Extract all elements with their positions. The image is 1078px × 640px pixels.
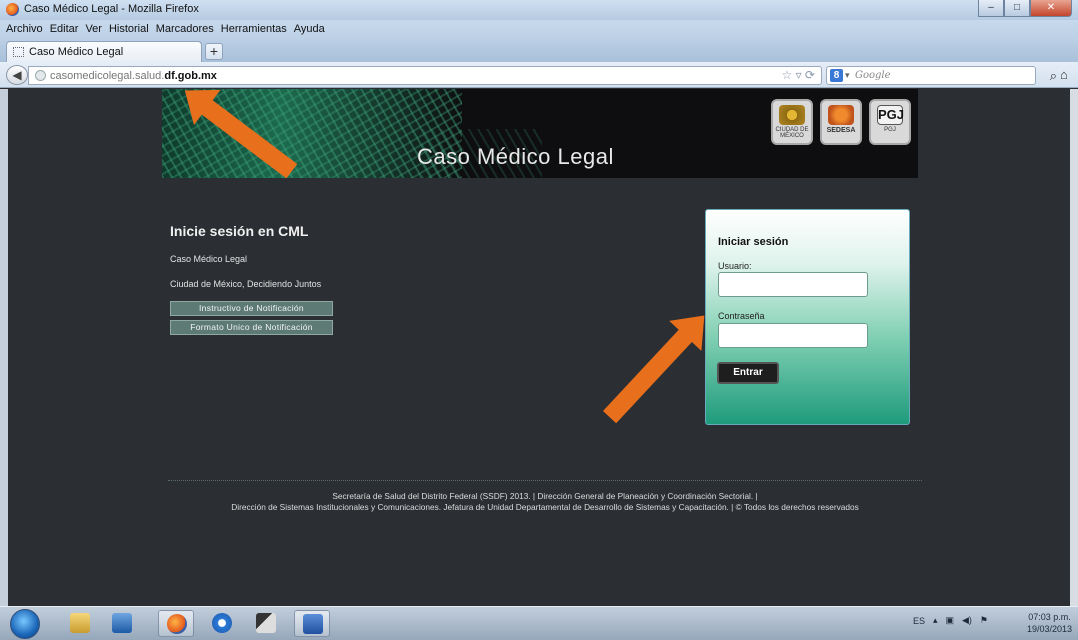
page-viewport: Caso Médico Legal CIUDAD DE MÉXICO SEDES… [8,89,1070,606]
footer-line-1: Secretaría de Salud del Distrito Federal… [332,491,758,501]
logo-ciudad-de-mexico: CIUDAD DE MÉXICO [771,99,813,145]
navigation-bar: ◀ casomedicolegal.salud.df.gob.mx ☆ ▿ ⟳ … [0,62,1078,88]
username-label: Usuario: [718,261,752,271]
login-panel: Iniciar sesión Usuario: Contraseña Entra… [705,209,910,425]
footer-line-2: Dirección de Sistemas Institucionales y … [231,502,859,512]
menu-editar[interactable]: Editar [50,20,79,38]
taskbar-app-arrow[interactable] [248,610,284,637]
action-center-icon[interactable]: ⚑ [980,615,988,626]
internet-explorer-icon [212,613,232,633]
address-bar[interactable]: casomedicolegal.salud.df.gob.mx ☆ ▿ ⟳ [28,66,822,85]
new-tab-button[interactable]: + [205,43,223,60]
page-favicon-icon [13,47,24,57]
pgj-emblem: PGJ [877,105,904,125]
instructivo-button[interactable]: Instructivo de Notificación [170,301,333,316]
password-label: Contraseña [718,311,765,321]
volume-icon[interactable]: ◀) [962,615,972,626]
search-engine-dropdown-icon[interactable]: ▾ [845,70,850,81]
login-title: Iniciar sesión [718,236,789,248]
intro-section: Inicie sesión en CML Caso Médico Legal C… [170,223,333,335]
window-title: Caso Médico Legal - Mozilla Firefox [24,3,199,15]
word-icon [303,614,323,634]
folder-icon [70,613,90,633]
taskbar-firefox[interactable] [158,610,194,637]
taskbar-explorer[interactable] [62,610,98,637]
system-clock[interactable]: 07:03 p.m. 19/03/2013 [1027,611,1072,635]
menu-herramientas[interactable]: Herramientas [221,20,287,38]
sedesa-emblem-icon [828,105,854,125]
intro-line-1: Caso Médico Legal [170,254,248,264]
firefox-icon [6,3,19,16]
search-placeholder: Google [855,70,891,81]
app-icon [256,613,276,633]
window-left-edge [0,89,8,606]
tab-caso-medico-legal[interactable]: Caso Médico Legal [6,41,202,62]
menu-ayuda[interactable]: Ayuda [294,20,325,38]
globe-icon [35,70,46,81]
formato-button[interactable]: Formato Unico de Notificación [170,320,333,335]
firefox-icon [167,614,187,634]
intro-line-2: Ciudad de México, Decidiendo Juntos [170,279,322,289]
system-tray: ES ▴ ▣ ◀) ⚑ [913,615,988,626]
page-footer: Secretaría de Salud del Distrito Federal… [162,491,928,513]
password-input[interactable] [718,323,868,348]
home-icon[interactable]: ⌂ [1060,67,1068,82]
clock-date: 19/03/2013 [1026,624,1072,634]
network-icon[interactable]: ▣ [945,615,954,626]
clock-time: 07:03 p.m. [1028,612,1071,622]
windows-taskbar: ES ▴ ▣ ◀) ⚑ 07:03 p.m. 19/03/2013 [0,606,1078,640]
minimize-button[interactable]: – [978,0,1004,17]
taskbar-outlook[interactable] [104,610,140,637]
tab-label: Caso Médico Legal [29,46,124,58]
enter-button[interactable]: Entrar [717,362,779,384]
vertical-scrollbar[interactable] [1070,89,1078,606]
window-titlebar: Caso Médico Legal - Mozilla Firefox – □ … [0,0,1078,20]
menu-archivo[interactable]: Archivo [6,20,43,38]
tab-bar: Caso Médico Legal + [0,38,1078,62]
logo-sedesa: SEDESA [820,99,862,145]
menu-ver[interactable]: Ver [85,20,102,38]
url-action-icons[interactable]: ☆ ▿ ⟳ [781,68,815,82]
banner-title: Caso Médico Legal [417,144,614,169]
menu-historial[interactable]: Historial [109,20,149,38]
footer-divider [168,480,922,481]
start-button[interactable] [10,609,40,639]
language-indicator[interactable]: ES [913,616,925,626]
outlook-icon [112,613,132,633]
username-input[interactable] [718,272,868,297]
menu-bar: Archivo Editar Ver Historial Marcadores … [0,20,1078,38]
google-icon[interactable]: 8 [830,69,843,82]
cdmx-emblem-icon [779,105,805,125]
taskbar-internet-explorer[interactable] [204,610,240,637]
close-window-button[interactable]: ✕ [1030,0,1072,17]
taskbar-word[interactable] [294,610,330,637]
search-box[interactable]: 8 ▾ Google ⌕ [826,66,1057,85]
search-icon[interactable]: ⌕ [1050,68,1057,84]
maximize-button[interactable]: □ [1004,0,1030,17]
tray-expand-icon[interactable]: ▴ [933,615,938,626]
logo-pgj: PGJ PGJ [869,99,911,145]
intro-heading: Inicie sesión en CML [170,223,309,239]
back-button[interactable]: ◀ [6,65,28,85]
window-controls: – □ ✕ [978,0,1072,18]
menu-marcadores[interactable]: Marcadores [156,20,214,38]
